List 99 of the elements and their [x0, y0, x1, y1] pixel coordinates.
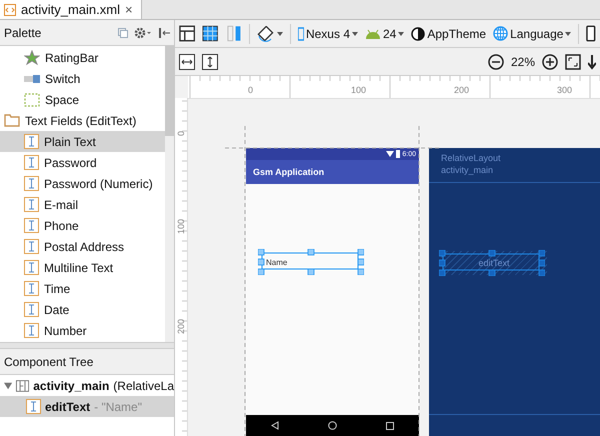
layout-id: activity_main — [441, 164, 494, 176]
download-arrow-icon[interactable] — [588, 54, 596, 70]
text-field-icon — [24, 260, 39, 275]
expand-arrow-icon[interactable] — [4, 382, 12, 390]
vertical-resize-icon[interactable] — [202, 54, 218, 70]
scrollbar[interactable] — [165, 46, 174, 342]
home-icon[interactable] — [328, 421, 337, 430]
text-field-icon — [26, 399, 41, 414]
node-detail: (RelativeLa — [113, 378, 174, 392]
blueprint-view-icon[interactable] — [202, 25, 219, 42]
xml-file-icon — [4, 4, 16, 16]
item-label: Multiline Text — [44, 260, 114, 274]
folder-icon — [4, 114, 20, 127]
tab-title: activity_main.xml — [21, 2, 120, 17]
device-dropdown[interactable]: Nexus 4 — [298, 26, 358, 40]
text-field-icon — [24, 302, 39, 317]
text-field-icon — [24, 176, 39, 191]
palette-item[interactable]: Time — [0, 278, 165, 299]
layout-icon — [16, 378, 30, 392]
text-field-icon — [24, 134, 39, 149]
palette-item[interactable]: Multiline Text — [0, 257, 165, 278]
palette-item[interactable]: Plain Text — [0, 131, 165, 152]
caret-icon — [398, 32, 404, 36]
recents-icon[interactable] — [386, 422, 394, 430]
palette-item[interactable]: E-mail — [0, 194, 165, 215]
star-icon — [24, 50, 40, 66]
dotted-square-icon — [24, 92, 40, 106]
device-icon — [298, 26, 304, 40]
text-field-icon — [24, 218, 39, 233]
zoom-out-icon[interactable] — [488, 54, 504, 70]
wifi-battery-icon — [386, 150, 400, 158]
node-name: activity_main — [33, 378, 110, 392]
android-icon — [365, 28, 381, 40]
item-label: Date — [44, 302, 70, 316]
file-tab[interactable]: activity_main.xml × — [0, 0, 142, 19]
text-field-icon — [24, 281, 39, 296]
globe-icon — [493, 26, 508, 41]
item-label: Password (Numeric) — [44, 176, 153, 190]
zoom-level: 22% — [510, 54, 535, 68]
caret-icon — [277, 32, 283, 36]
settings-icon[interactable] — [134, 26, 152, 38]
palette-item[interactable]: Password — [0, 152, 165, 173]
item-label: Switch — [45, 72, 80, 86]
caret-icon — [565, 32, 572, 36]
item-label: Number — [44, 324, 87, 338]
item-label: Phone — [44, 218, 79, 232]
split-view-icon[interactable] — [226, 25, 242, 42]
api-dropdown[interactable]: 24 — [365, 26, 404, 40]
ruler-label: 200 — [454, 85, 470, 95]
language-dropdown[interactable]: Language — [493, 26, 572, 41]
tree-node[interactable]: editText - "Name" — [0, 396, 174, 417]
palette-item[interactable]: RatingBar — [0, 47, 165, 68]
zoom-in-icon[interactable] — [542, 54, 558, 70]
palette-item[interactable]: Switch — [0, 68, 165, 89]
panel-title: Component Tree — [4, 354, 94, 368]
palette-item[interactable]: Phone — [0, 215, 165, 236]
item-label: E-mail — [44, 198, 78, 212]
palette-item[interactable]: Password (Numeric) — [0, 173, 165, 194]
ruler-label: 200 — [176, 318, 186, 334]
caret-icon — [352, 32, 358, 36]
fit-screen-icon[interactable] — [565, 54, 581, 70]
blueprint-widget[interactable]: editText — [441, 251, 547, 275]
design-view-icon[interactable] — [179, 25, 196, 42]
palette-item[interactable]: Number — [0, 320, 165, 341]
tree-node[interactable]: activity_main (RelativeLa — [0, 375, 174, 396]
phone-icon[interactable] — [586, 25, 596, 42]
item-label: Postal Address — [44, 240, 124, 254]
ruler-label: 100 — [176, 218, 186, 234]
close-icon[interactable]: × — [124, 2, 133, 17]
layout-type: RelativeLayout — [441, 152, 502, 164]
pin-left-icon[interactable] — [158, 26, 170, 38]
text-field-icon — [24, 323, 39, 338]
ruler-label: 0 — [176, 130, 186, 136]
back-icon[interactable] — [270, 421, 279, 430]
palette-item[interactable]: Text Fields (EditText) — [0, 110, 165, 131]
ruler-label: 0 — [248, 85, 254, 95]
orientation-dropdown[interactable] — [257, 26, 283, 42]
ruler-label: 300 — [557, 85, 572, 95]
item-label: Space — [45, 92, 80, 106]
node-name: editText — [45, 400, 90, 414]
text-field-icon — [24, 155, 39, 170]
palette-item[interactable]: Date — [0, 299, 165, 320]
item-label: Password — [44, 156, 97, 170]
panel-title: Palette — [4, 26, 42, 40]
item-label: Plain Text — [44, 134, 96, 148]
item-label: Time — [44, 282, 70, 296]
item-label: RatingBar — [45, 50, 98, 64]
app-title: Gsm Application — [253, 167, 324, 177]
palette-item[interactable]: Space — [0, 89, 165, 110]
theme-dropdown[interactable]: AppTheme — [411, 26, 486, 40]
switch-icon — [24, 74, 40, 82]
node-detail: - "Name" — [94, 400, 142, 414]
text-field-icon — [24, 239, 39, 254]
item-label: Text Fields (EditText) — [25, 114, 136, 128]
ruler-label: 100 — [351, 85, 366, 95]
text-field-icon — [24, 197, 39, 212]
contrast-icon — [411, 26, 426, 40]
horizontal-resize-icon[interactable] — [179, 54, 195, 70]
palette-item[interactable]: Postal Address — [0, 236, 165, 257]
